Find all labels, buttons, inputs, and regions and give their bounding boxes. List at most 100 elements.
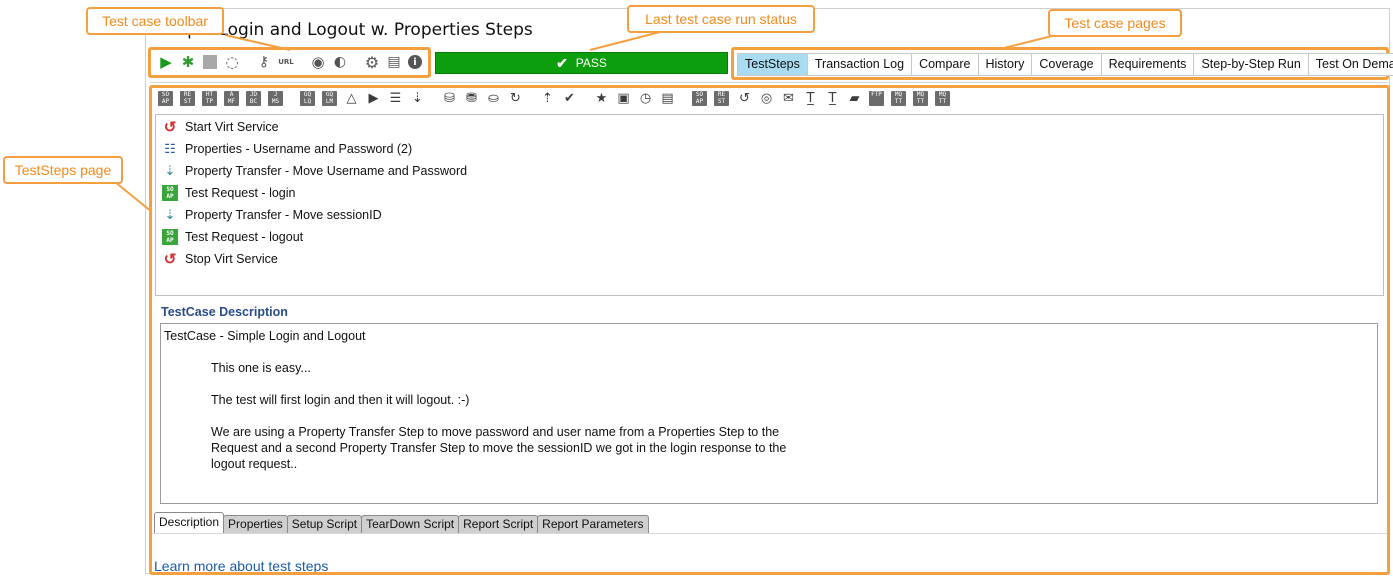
test-steps-list[interactable]: ↺ Start Virt Service ☷ Properties - User… — [155, 114, 1384, 296]
xml-icon[interactable]: T̲ — [803, 91, 818, 106]
soap-request-icon: SO AP — [162, 185, 178, 201]
callout-toolbar: Test case toolbar — [86, 7, 224, 35]
bottom-tabs: Description Properties Setup Script Tear… — [154, 512, 649, 533]
tab-teardown-script[interactable]: TearDown Script — [361, 515, 460, 533]
tab-setup-script[interactable]: Setup Script — [286, 515, 363, 533]
list-item[interactable]: ☷ Properties - Username and Password (2) — [162, 140, 412, 158]
tab-teststeps[interactable]: TestSteps — [737, 53, 808, 76]
soap-icon[interactable]: SO AP — [158, 91, 173, 106]
run-status-bar: ✔ PASS — [435, 52, 728, 74]
assertion-check-icon[interactable]: ✔ — [562, 91, 577, 106]
datasource-loop-icon[interactable]: ↻ — [508, 91, 523, 106]
properties-icon: ☷ — [164, 141, 176, 156]
properties-icon[interactable]: ☰ — [388, 91, 403, 106]
datagen-icon[interactable]: ⛀ — [486, 91, 501, 106]
jms-icon[interactable]: J MS — [268, 91, 283, 106]
http-icon[interactable]: HT TP — [202, 91, 217, 106]
stop-icon[interactable] — [202, 54, 218, 70]
learn-more-link[interactable]: Learn more about test steps — [154, 558, 328, 574]
step-label: Stop Virt Service — [185, 252, 278, 266]
tab-report-parameters[interactable]: Report Parameters — [537, 515, 649, 533]
step-label: Property Transfer - Move sessionID — [185, 208, 382, 222]
rest-mock-icon[interactable]: RE ST — [714, 91, 729, 106]
tab-history[interactable]: History — [978, 53, 1033, 76]
tab-properties[interactable]: Properties — [223, 515, 288, 533]
description-line: The test will first login and then it wi… — [211, 393, 470, 407]
step-label: Properties - Username and Password (2) — [185, 142, 413, 156]
graphql-icon[interactable]: GQ LQ — [300, 91, 315, 106]
debug-icon[interactable]: ✱ — [180, 53, 196, 71]
list-item[interactable]: ⇣ Property Transfer - Move sessionID — [162, 206, 382, 224]
ftp-icon[interactable]: FTP — [869, 91, 884, 106]
description-line: We are using a Property Transfer Step to… — [211, 425, 780, 439]
list-item[interactable]: SO AP Test Request - logout — [162, 228, 303, 246]
step-label: Property Transfer - Move Username and Pa… — [185, 164, 468, 178]
tab-step-by-step-run[interactable]: Step-by-Step Run — [1194, 53, 1309, 76]
divider — [150, 82, 1388, 83]
tab-report-script[interactable]: Report Script — [458, 515, 539, 533]
folder-icon[interactable]: ▰ — [847, 91, 862, 106]
mqtt-publish-icon[interactable]: MQ TT — [913, 91, 928, 106]
divider — [150, 533, 1388, 534]
step-label: Test Request - logout — [185, 230, 304, 244]
testcase-pages-tabs: TestSteps Transaction Log Compare Histor… — [737, 53, 1393, 76]
mqtt-icon[interactable]: MQ TT — [891, 91, 906, 106]
tab-description[interactable]: Description — [154, 512, 225, 533]
key-icon[interactable]: ⚷ — [256, 54, 272, 70]
document-icon[interactable]: ▤ — [386, 54, 402, 70]
security-icon[interactable]: ◐ — [332, 54, 348, 70]
description-line: logout request.. — [211, 457, 298, 471]
tab-compare[interactable]: Compare — [912, 53, 979, 76]
loop-icon[interactable]: ◌ — [224, 53, 240, 71]
run-testcase-icon[interactable]: ▶ — [366, 91, 381, 106]
property-transfer-icon: ⇣ — [164, 207, 176, 222]
run-status-text: PASS — [575, 56, 607, 70]
web-icon[interactable]: ◎ — [759, 91, 774, 106]
rest-icon[interactable]: RE ST — [180, 91, 195, 106]
info-icon[interactable]: i — [407, 54, 423, 70]
description-editor[interactable]: TestCase - Simple Login and Logout This … — [160, 323, 1378, 504]
json-icon[interactable]: T̲ — [825, 91, 840, 106]
datasource-icon[interactable]: ⛁ — [442, 91, 457, 106]
jdbc-icon[interactable]: JD BC — [246, 91, 261, 106]
soap-request-icon: SO AP — [162, 229, 178, 245]
tab-transaction-log[interactable]: Transaction Log — [807, 53, 913, 76]
list-item[interactable]: ⇣ Property Transfer - Move Username and … — [162, 162, 468, 180]
manual-step-icon[interactable]: ▣ — [616, 91, 631, 106]
virt-service-icon: ↺ — [163, 119, 177, 136]
property-transfer-icon: ⇣ — [164, 163, 176, 178]
favorite-icon[interactable]: ★ — [594, 91, 609, 106]
list-item[interactable]: SO AP Test Request - login — [162, 184, 295, 202]
description-line: Request and a second Property Transfer S… — [211, 441, 787, 455]
assertion-icon[interactable]: △ — [344, 91, 359, 106]
callout-pages: Test case pages — [1048, 9, 1182, 37]
step-label: Test Request - login — [185, 186, 296, 200]
callout-teststeps: TestSteps page — [3, 156, 123, 184]
tab-test-on-demand[interactable]: Test On Demand — [1308, 53, 1393, 76]
virt-icon[interactable]: ↺ — [737, 91, 752, 106]
soap-mock-icon[interactable]: SO AP — [692, 91, 707, 106]
run-icon[interactable]: ▶ — [158, 53, 174, 71]
delay-icon[interactable]: ◷ — [638, 91, 653, 106]
gear-icon[interactable]: ⚙ — [364, 53, 380, 72]
comment-icon[interactable]: ▤ — [660, 91, 675, 106]
check-icon: ✔ — [556, 54, 568, 71]
conditional-goto-icon[interactable]: ⇡ — [540, 91, 555, 106]
mqtt-drop-icon[interactable]: MQ TT — [935, 91, 950, 106]
graphql-mutation-icon[interactable]: GQ LM — [322, 91, 337, 106]
description-line: This one is easy... — [211, 361, 311, 375]
list-item[interactable]: ↺ Stop Virt Service — [162, 250, 278, 268]
mail-icon[interactable]: ✉ — [781, 91, 796, 106]
tab-coverage[interactable]: Coverage — [1032, 53, 1102, 76]
property-transfer-icon[interactable]: ⇣ — [410, 91, 425, 106]
description-heading: TestCase Description — [161, 305, 288, 319]
datasink-icon[interactable]: ⛃ — [464, 91, 479, 106]
cancel-icon[interactable]: ◉ — [310, 53, 326, 71]
description-line: TestCase - Simple Login and Logout — [164, 329, 366, 343]
callout-run-status: Last test case run status — [627, 5, 815, 33]
step-label: Start Virt Service — [185, 120, 279, 134]
tab-requirements[interactable]: Requirements — [1101, 53, 1195, 76]
amf-icon[interactable]: A MF — [224, 91, 239, 106]
list-item[interactable]: ↺ Start Virt Service — [162, 118, 279, 136]
url-icon[interactable]: URL — [276, 54, 296, 70]
